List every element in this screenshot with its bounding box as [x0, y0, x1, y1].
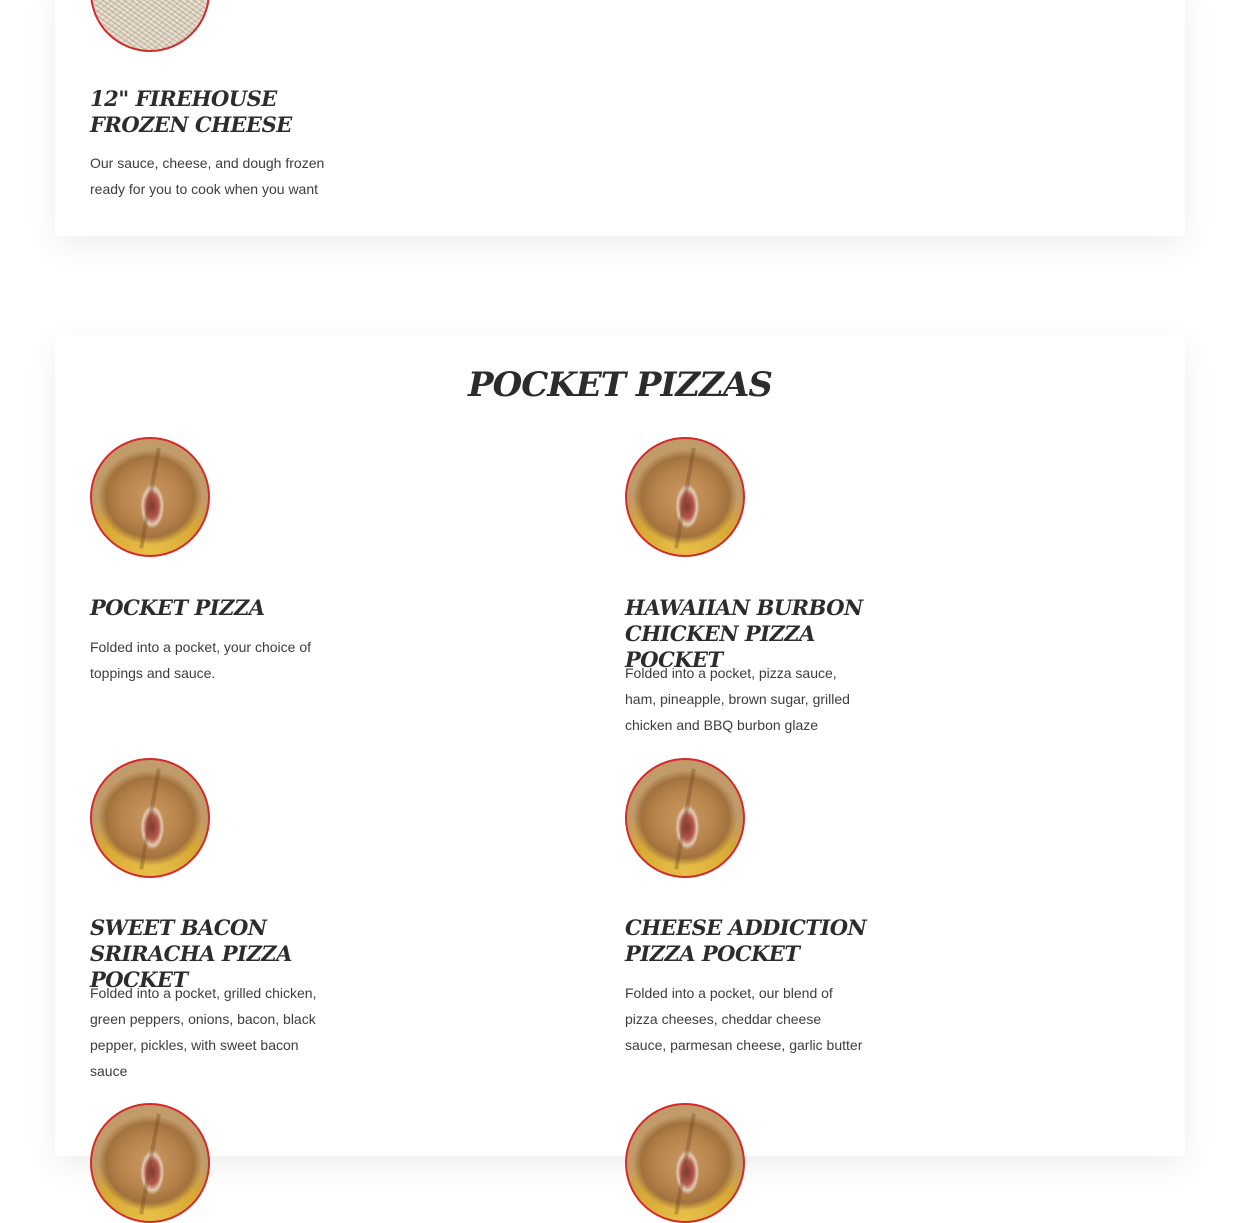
pocket-pizzas-section: Pocket Pizzas Pocket Pizza Folded into a… — [55, 336, 1185, 1223]
menu-item-description: Folded into a pocket, pizza sauce, ham, … — [625, 665, 850, 733]
menu-item-description: Our sauce, cheese, and dough frozen read… — [90, 155, 325, 197]
menu-item-title: Cheese Addiction Pizza Pocket — [625, 915, 867, 966]
next-item-image[interactable] — [625, 1103, 745, 1223]
sweet-bacon-sriracha-pocket-image[interactable] — [90, 758, 210, 878]
pocket-pizza-image[interactable] — [90, 437, 210, 557]
frozen-cheese-pizza-image[interactable] — [90, 0, 210, 52]
menu-item-description: Folded into a pocket, grilled chicken, g… — [90, 985, 317, 1079]
menu-item-title: Pocket Pizza — [90, 595, 265, 620]
menu-item-title: 12" Firehouse Frozen Cheese — [90, 86, 292, 137]
next-item-image[interactable] — [90, 1103, 210, 1223]
menu-item-description: Folded into a pocket, our blend of pizza… — [625, 985, 863, 1053]
section-title: Pocket Pizzas — [468, 365, 773, 405]
menu-item-description: Folded into a pocket, your choice of top… — [90, 639, 312, 681]
hawaiian-pizza-pocket-image[interactable] — [625, 437, 745, 557]
frozen-pizza-section: 12" Firehouse Frozen Cheese Our sauce, c… — [55, 0, 1185, 236]
cheese-addiction-pocket-image[interactable] — [625, 758, 745, 878]
